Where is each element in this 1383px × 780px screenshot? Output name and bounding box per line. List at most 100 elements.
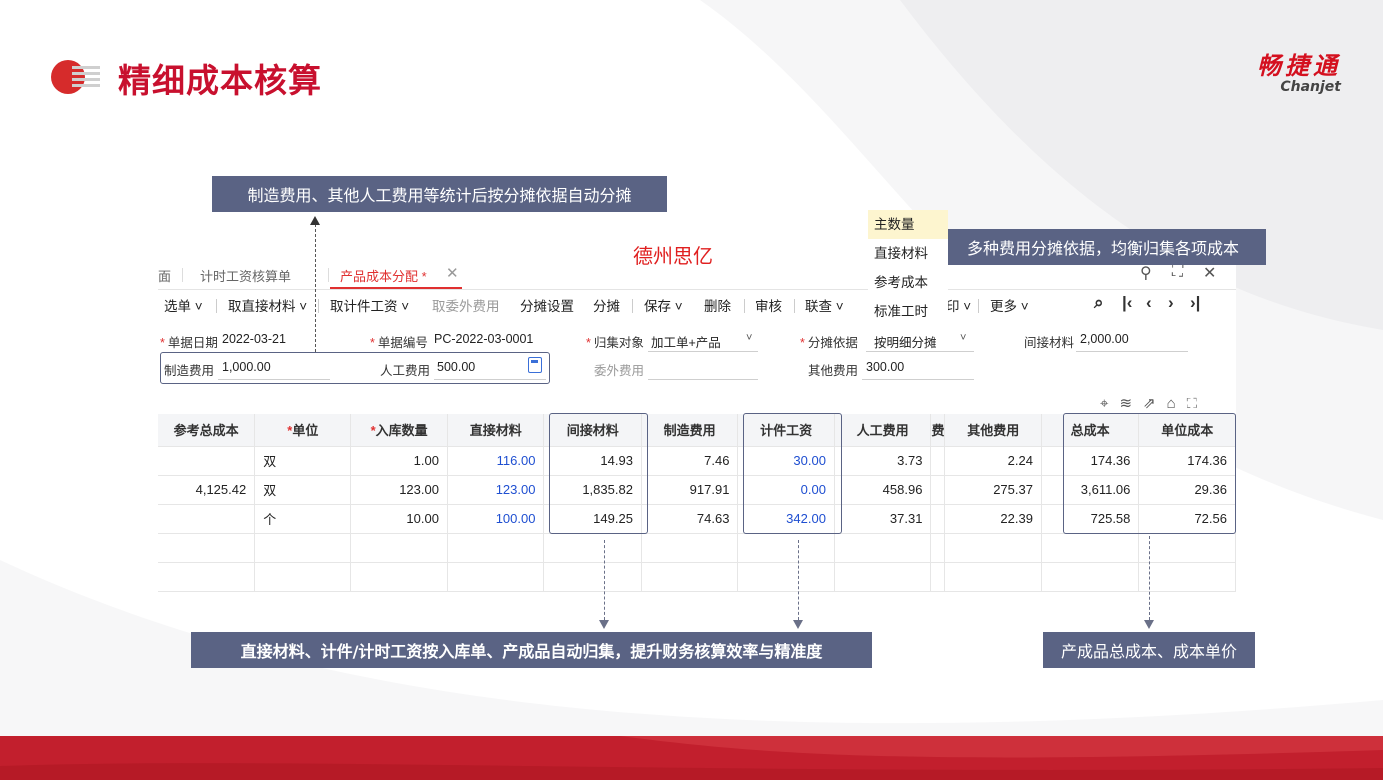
expand-icon[interactable]: ⛶ (1187, 395, 1209, 412)
cell-labor-cost[interactable]: 37.31 (834, 504, 932, 534)
calculator-icon[interactable] (528, 357, 542, 373)
dropdown-option-reference-cost[interactable]: 参考成本 (868, 268, 948, 297)
last-record-icon[interactable]: ›| (1190, 293, 1200, 313)
tab-partial[interactable]: 面 (158, 266, 171, 285)
cell-mfg-cost[interactable]: 7.46 (641, 446, 739, 476)
fetch-outsource-cost-button[interactable]: 取委外费用 (432, 295, 500, 315)
col-in-qty[interactable]: *入库数量 (350, 414, 448, 447)
section-logo-icon (51, 60, 100, 94)
col-direct-material[interactable]: 直接材料 (447, 414, 545, 447)
date-label-text: 单据日期 (167, 336, 218, 350)
toolbar-label: 保存 (644, 299, 671, 314)
dropdown-option-direct-material[interactable]: 直接材料 (868, 239, 948, 268)
home-icon[interactable]: ⌂ (1167, 395, 1187, 412)
previous-record-icon[interactable]: ‹ (1146, 293, 1152, 313)
export-icon[interactable]: ⇗ (1143, 395, 1167, 412)
dropdown-option-main-qty[interactable]: 主数量 (868, 210, 948, 239)
search-icon[interactable]: ⚲ (1140, 263, 1152, 283)
cell-unit[interactable]: 双 (254, 446, 352, 476)
toolbar-label: 选单 (164, 299, 191, 314)
cell-in-qty[interactable]: 10.00 (350, 504, 448, 534)
cell-direct-material-link[interactable]: 100.00 (447, 504, 545, 534)
allocation-settings-button[interactable]: 分摊设置 (520, 295, 574, 315)
cell-other-cost[interactable]: 275.37 (944, 475, 1042, 505)
highlight-cost-inputs (160, 352, 550, 384)
linked-query-button[interactable]: 联查 ˅ (805, 295, 844, 315)
brand-name-en: Chanjet (1280, 79, 1341, 95)
col-mfg-cost[interactable]: 制造费用 (641, 414, 739, 447)
highlight-piece-wage-col (743, 413, 842, 534)
toolbar-label: 更多 (990, 299, 1017, 314)
outsource-cost-label: 委外费用 (594, 364, 645, 378)
field-underline (648, 351, 758, 352)
toolbar-divider (744, 299, 745, 313)
fetch-direct-material-button[interactable]: 取直接材料 ˅ (228, 295, 307, 315)
cell-mfg-cost[interactable]: 74.63 (641, 504, 739, 534)
close-icon[interactable]: ✕ (446, 264, 459, 282)
cell-labor-cost[interactable]: 3.73 (834, 446, 932, 476)
tab-cost-allocation[interactable]: 产品成本分配 * (340, 266, 427, 285)
other-cost-field[interactable]: 300.00 (866, 360, 904, 374)
field-underline (866, 351, 974, 352)
highlight-total-cost-cols (1063, 413, 1236, 534)
chevron-down-icon[interactable]: ˅ (746, 332, 752, 344)
cell-ref-total[interactable]: 4,125.42 (158, 475, 256, 505)
cell-in-qty[interactable]: 1.00 (350, 446, 448, 476)
next-record-icon[interactable]: › (1168, 293, 1174, 313)
delete-button[interactable]: 删除 (704, 295, 731, 315)
indirect-material-field[interactable]: 2,000.00 (1080, 332, 1129, 346)
arrow-down-icon (599, 620, 609, 629)
voucher-no-label: * 单据编号 (370, 336, 428, 350)
fullscreen-icon[interactable]: ⛶ (1172, 263, 1183, 281)
cell-labor-cost[interactable]: 458.96 (834, 475, 932, 505)
table-row-empty (158, 533, 1236, 563)
voucher-no-field[interactable]: PC-2022-03-0001 (434, 332, 533, 346)
save-button[interactable]: 保存 ˅ (644, 295, 683, 315)
first-record-icon[interactable]: |‹ (1122, 293, 1132, 313)
col-unit[interactable]: *单位 (254, 414, 352, 447)
col-ref-total-cost[interactable]: 参考总成本 (158, 414, 256, 447)
toolbar-label: 印 (946, 299, 960, 314)
date-field[interactable]: 2022-03-21 (222, 332, 286, 346)
cell-direct-material-link[interactable]: 123.00 (447, 475, 545, 505)
voucher-no-label-text: 单据编号 (377, 336, 428, 350)
more-button[interactable]: 更多 ˅ (990, 295, 1029, 315)
print-button[interactable]: 印 ˅ (946, 295, 971, 315)
other-cost-label: 其他费用 (808, 364, 859, 378)
cell-unit[interactable]: 双 (254, 475, 352, 505)
close-window-icon[interactable]: ✕ (1203, 263, 1216, 283)
toolbar-label: 联查 (805, 299, 832, 314)
tab-timesheet[interactable]: 计时工资核算单 (200, 266, 291, 285)
cell-other-cost[interactable]: 2.24 (944, 446, 1042, 476)
allocate-button[interactable]: 分摊 (593, 295, 620, 315)
allocation-basis-select[interactable]: 按明细分摊 (874, 332, 937, 351)
chevron-down-icon[interactable]: ˅ (960, 332, 966, 344)
locate-icon[interactable]: ⌕ (1094, 293, 1104, 313)
cell-mfg-cost[interactable]: 917.91 (641, 475, 739, 505)
brand-name-cn: 畅捷通 (1257, 52, 1341, 80)
fetch-piece-wage-button[interactable]: 取计件工资 ˅ (330, 295, 409, 315)
table-row-empty (158, 562, 1236, 592)
allocation-basis-dropdown: 主数量 直接材料 参考成本 标准工时 (868, 210, 948, 326)
cell-other-cost[interactable]: 22.39 (944, 504, 1042, 534)
filter-icon[interactable]: ≋ (1119, 395, 1143, 412)
highlight-indirect-material-col (549, 413, 648, 534)
col-hidden[interactable]: 费 (930, 414, 946, 447)
select-order-button[interactable]: 选单 ˅ (164, 295, 203, 315)
cell-ref-total[interactable] (158, 446, 256, 476)
dropdown-option-standard-hours[interactable]: 标准工时 (868, 297, 948, 326)
cell-unit[interactable]: 个 (254, 504, 352, 534)
cell-direct-material-link[interactable]: 116.00 (447, 446, 545, 476)
collect-object-select[interactable]: 加工单+产品 (651, 332, 721, 351)
cell-ref-total[interactable] (158, 504, 256, 534)
col-other-cost[interactable]: 其他费用 (944, 414, 1042, 447)
location-icon[interactable]: ⌖ (1100, 395, 1119, 412)
cell-in-qty[interactable]: 123.00 (350, 475, 448, 505)
approve-button[interactable]: 审核 (755, 295, 782, 315)
callout-allocation-basis: 多种费用分摊依据，均衡归集各项成本 (940, 229, 1266, 265)
col-unit-label: 单位 (292, 423, 319, 439)
page-title: 精细成本核算 (118, 61, 322, 100)
cell-hidden (930, 475, 946, 505)
col-labor-cost[interactable]: 人工费用 (834, 414, 932, 447)
collect-object-label-text: 归集对象 (593, 336, 644, 350)
